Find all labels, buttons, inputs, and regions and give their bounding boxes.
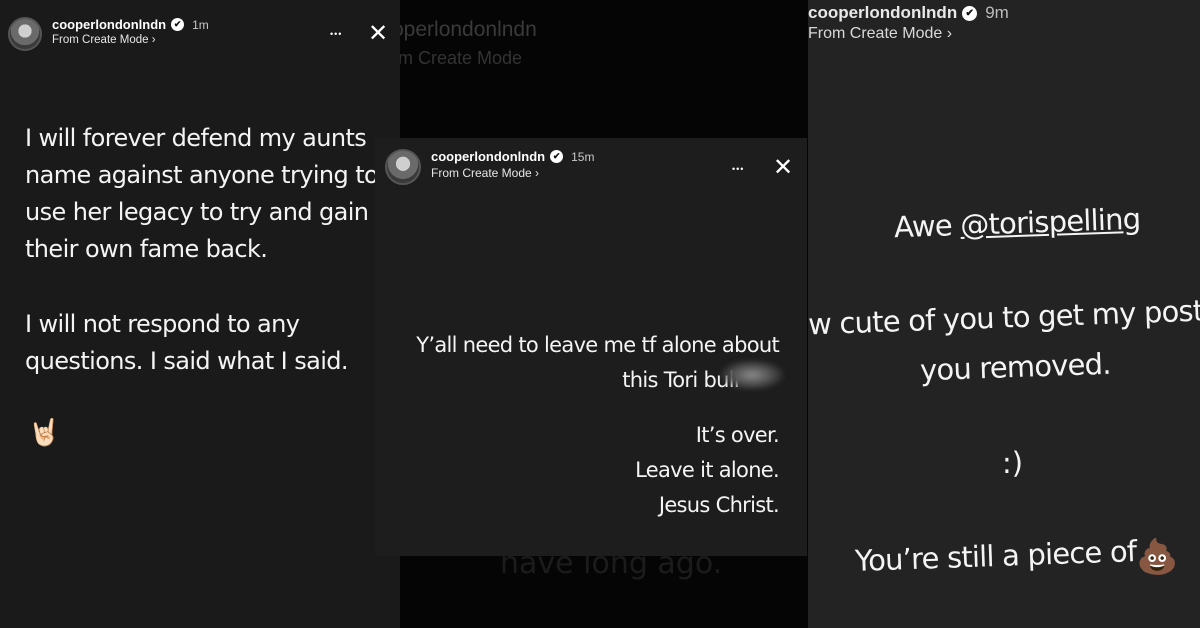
avatar[interactable] xyxy=(8,17,42,51)
username[interactable]: cooperlondonlndn xyxy=(431,149,545,164)
poop-emoji-icon: 💩 xyxy=(1136,537,1179,577)
verified-badge-icon: ✔ xyxy=(962,5,978,21)
story-header: cooperlondonlndn ✔ 9m From Create Mode › xyxy=(808,3,1009,43)
story-header: cooperlondonlndn ✔ 15m From Create Mode … xyxy=(385,149,594,185)
right-story-panel: cooperlondonlndn ✔ 9m From Create Mode ›… xyxy=(808,0,1200,628)
close-icon[interactable]: ✕ xyxy=(368,22,388,46)
story-timestamp: 15m xyxy=(571,149,595,164)
more-options-icon[interactable]: ••• xyxy=(732,165,744,174)
story-header: cooperlondonlndn ✔ 1m From Create Mode › xyxy=(8,17,209,51)
story-text: Y’all need to leave me tf alone about th… xyxy=(416,333,779,517)
story-text-line-1: Awe @torispelling xyxy=(893,201,1141,245)
create-mode-link[interactable]: From Create Mode › xyxy=(52,34,209,46)
username[interactable]: cooperlondonlndn xyxy=(52,17,166,32)
more-options-icon[interactable]: ••• xyxy=(330,30,342,39)
rock-hand-emoji-icon: 🤘🏻 xyxy=(28,418,61,448)
verified-badge-icon: ✔ xyxy=(550,150,564,163)
censor-blur xyxy=(720,360,784,390)
middle-story-panel: cooperlondonlndn ✔ 15m From Create Mode … xyxy=(375,138,807,556)
story-text-line-2: w cute of you to get my post a xyxy=(808,292,1200,342)
story-timestamp: 9m xyxy=(985,3,1009,22)
avatar[interactable] xyxy=(385,149,421,185)
story-timestamp: 1m xyxy=(192,17,209,32)
story-text-paragraph-2: I will not respond to any questions. I s… xyxy=(25,310,349,375)
ghost-username: operlondonlndn xyxy=(400,18,537,41)
story-text-line-5: You’re still a piece of xyxy=(854,534,1137,578)
create-mode-link[interactable]: From Create Mode › xyxy=(808,25,1009,43)
left-story-panel: cooperlondonlndn ✔ 1m From Create Mode ›… xyxy=(0,0,400,628)
story-text-line-4: :) xyxy=(1002,446,1024,480)
verified-badge-icon: ✔ xyxy=(171,18,185,31)
username[interactable]: cooperlondonlndn xyxy=(808,3,957,23)
story-text-paragraph-1: I will forever defend my aunts name agai… xyxy=(25,124,379,263)
ghost-subtitle: m Create Mode xyxy=(400,48,523,68)
create-mode-link[interactable]: From Create Mode › xyxy=(431,166,594,180)
close-icon[interactable]: ✕ xyxy=(773,156,793,180)
mention-link[interactable]: @torispelling xyxy=(960,202,1141,242)
story-text-line-3: you removed. xyxy=(919,346,1112,388)
